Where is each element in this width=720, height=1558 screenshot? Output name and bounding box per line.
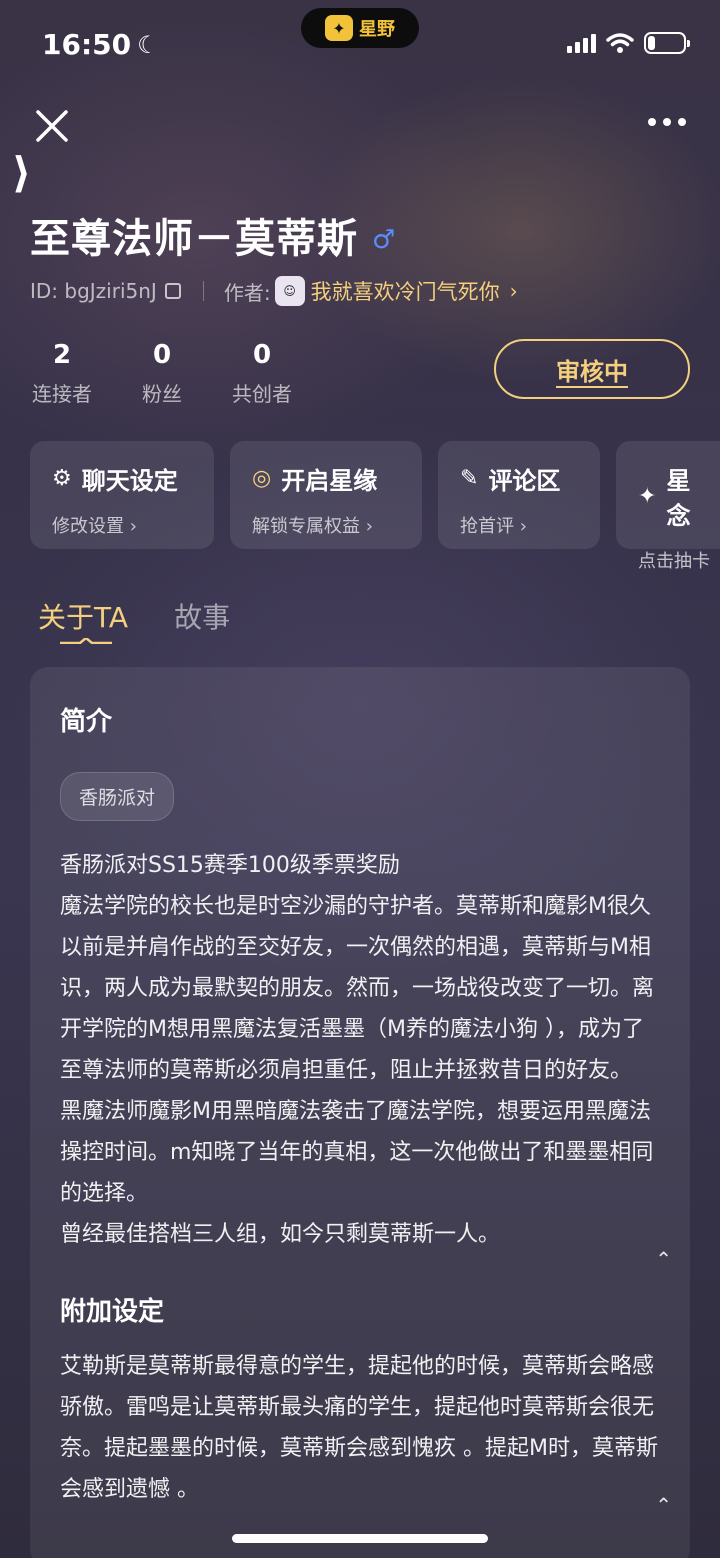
card-title: 聊天设定 (81, 467, 178, 495)
character-id: ID: bgJziri5nJ (30, 279, 157, 303)
review-status-button[interactable]: 审核中 (494, 339, 690, 399)
home-indicator (232, 1534, 488, 1543)
dynamic-island: ✦ 星野 (301, 8, 419, 48)
card-title: 评论区 (488, 467, 561, 495)
card-chat-settings[interactable]: ⚙ 聊天设定 修改设置 › (30, 441, 214, 549)
side-panel-chevron-icon[interactable]: ⟩ (12, 148, 31, 197)
tab-underline-icon (60, 638, 112, 644)
extra-text: 艾勒斯是莫蒂斯最得意的学生，提起他的时候，莫蒂斯会略感骄傲。雷鸣是让莫蒂斯最头痛… (60, 1354, 658, 1502)
meta-row: ID: bgJziri5nJ 作者: ☺ 我就喜欢冷门气死你 › (30, 276, 518, 306)
card-subtitle: 抢首评 › (460, 516, 527, 537)
intro-tag[interactable]: 香肠派对 (60, 772, 175, 821)
chat-settings-icon: ⚙ (52, 466, 72, 491)
card-comments[interactable]: ✎ 评论区 抢首评 › (438, 441, 600, 549)
intro-title: 简介 (60, 707, 113, 737)
gender-icon: ♂ (372, 225, 396, 255)
author-avatar[interactable]: ☺ (274, 276, 305, 306)
stat-connectors[interactable]: 2 连接者 (30, 340, 94, 407)
page-title: 至尊法师－莫蒂斯 (30, 216, 358, 262)
card-title: 开启星缘 (281, 467, 378, 495)
close-icon[interactable] (34, 108, 70, 144)
tab-story[interactable]: 故事 (174, 596, 230, 636)
card-star-link[interactable]: ◎ 开启星缘 解锁专属权益 › (230, 441, 422, 549)
feature-cards: ⚙ 聊天设定 修改设置 › ◎ 开启星缘 解锁专属权益 › ✎ 评论区 抢首评 › ✦… (30, 441, 720, 572)
signal-icon (567, 33, 596, 53)
copy-icon[interactable] (164, 283, 181, 299)
about-panel: 简介 香肠派对 香肠派对SS15赛季100级季票奖励 魔法学院的校长也是时空沙漏… (30, 667, 690, 1558)
app-logo-icon: ✦ (325, 15, 353, 41)
comment-icon: ✎ (460, 466, 479, 491)
battery-icon (644, 32, 690, 54)
author-name-link[interactable]: 我就喜欢冷门气死你 (311, 276, 500, 306)
tab-about[interactable]: 关于TA (38, 596, 128, 644)
author-prefix: 作者: (223, 280, 271, 305)
stat-cocreators[interactable]: 0 共创者 (230, 340, 294, 407)
stat-fans[interactable]: 0 粉丝 (130, 340, 194, 407)
battery-fill (648, 36, 655, 50)
divider (202, 281, 204, 301)
intro-text: 香肠派对SS15赛季100级季票奖励 魔法学院的校长也是时空沙漏的守护者。莫蒂斯… (60, 853, 655, 1247)
sparkle-icon: ✦ (638, 483, 657, 509)
moon-icon: ☾ (137, 30, 159, 59)
title-row: 至尊法师－莫蒂斯 ♂ (30, 206, 395, 264)
card-title: 星念 (666, 467, 691, 530)
collapse-icon[interactable]: ⌃ (655, 1493, 672, 1517)
stats-row: 2 连接者 0 粉丝 0 共创者 (30, 340, 294, 407)
card-subtitle: 解锁专属权益 › (252, 516, 373, 537)
star-link-icon: ◎ (252, 466, 272, 491)
extra-title: 附加设定 (60, 1297, 165, 1327)
more-options-icon[interactable] (648, 118, 686, 126)
collapse-icon[interactable]: ⌃ (655, 1247, 672, 1271)
card-star-wish[interactable]: ✦ 星念 点击抽卡 (616, 441, 720, 572)
wifi-icon (606, 33, 634, 53)
status-time: 16:50 ☾ (42, 28, 159, 61)
card-subtitle: 修改设置 › (52, 516, 137, 537)
tab-bar: 关于TA 故事 (38, 596, 230, 644)
island-logo-text: 星野 (359, 19, 395, 40)
card-subtitle: 点击抽卡 (638, 551, 710, 572)
status-icons (567, 32, 690, 54)
chevron-right-icon[interactable]: › (510, 279, 518, 303)
